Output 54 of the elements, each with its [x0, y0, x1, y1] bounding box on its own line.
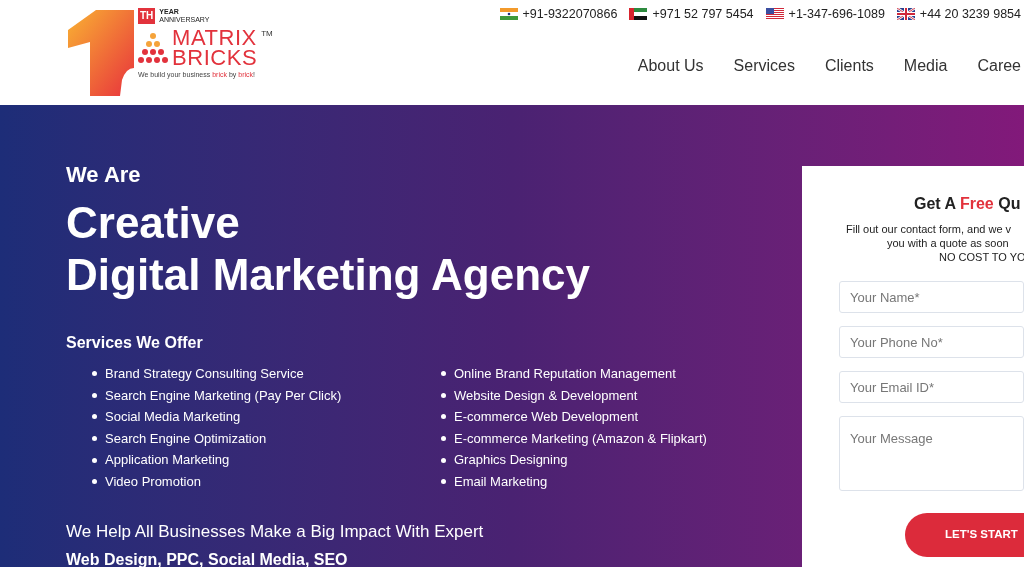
service-item: Video Promotion: [105, 473, 201, 491]
bullet-icon: [92, 392, 97, 398]
bullet-icon: [92, 414, 97, 420]
bullet-icon: [441, 392, 446, 398]
input-field[interactable]: Your Name*: [839, 281, 1024, 313]
service-item: Search Engine Marketing (Pay Per Click): [105, 386, 342, 405]
bullet-icon: [441, 414, 446, 420]
trademark-label: TM: [261, 28, 273, 40]
nav-link[interactable]: Services: [733, 53, 795, 78]
hero-headline: Creative: [66, 197, 241, 249]
service-item: Email Marketing: [454, 473, 548, 491]
hero-headline: Digital Marketing Agency: [66, 249, 592, 301]
brand-name: MATRIX: [172, 28, 258, 48]
form-description: you with a quote as soon: [886, 236, 1010, 250]
service-item: E-commerce Marketing (Amazon & Flipkart): [454, 429, 707, 448]
phone-link[interactable]: +44 20 3239 9854: [919, 5, 1021, 24]
flag-icon: [499, 8, 518, 21]
service-item: Online Brand Reputation Management: [454, 365, 676, 384]
bullet-icon: [92, 479, 97, 485]
hero-kicker: We Are: [66, 161, 142, 189]
nav-link[interactable]: Media: [903, 53, 948, 78]
bullet-icon: [92, 436, 97, 442]
service-item: Application Marketing: [105, 451, 230, 470]
service-item: Graphics Designing: [454, 451, 568, 470]
bullet-icon: [441, 436, 446, 442]
service-item: Brand Strategy Consulting Service: [105, 365, 304, 384]
input-field[interactable]: Your Email ID*: [839, 371, 1024, 403]
submit-button[interactable]: LET'S START: [905, 513, 1024, 557]
service-item: Website Design & Development: [454, 386, 638, 405]
phone-link[interactable]: +1-347-696-1089: [788, 5, 885, 24]
form-title: Get A Free Qu: [913, 194, 1022, 214]
services-heading: Services We Offer: [66, 333, 204, 353]
phone-link[interactable]: +971 52 797 5454: [652, 5, 754, 24]
phone-link[interactable]: +91-9322070866: [522, 5, 618, 24]
form-description: Fill out our contact form, and we v: [845, 222, 1013, 236]
bullet-icon: [92, 457, 97, 463]
hero-tagline: We Help All Businesses Make a Big Impact With Expert: [66, 520, 485, 543]
bullet-icon: [441, 479, 446, 485]
flag-icon: [765, 8, 784, 21]
service-item: E-commerce Web Development: [454, 408, 638, 427]
bullet-icon: [441, 457, 446, 463]
anniversary-badge: TH: [138, 8, 156, 24]
service-item: Search Engine Optimization: [105, 429, 267, 448]
nav-link[interactable]: About Us: [637, 53, 704, 78]
brand-name: BRICKS: [172, 48, 258, 68]
nav-link[interactable]: Clients: [824, 53, 874, 78]
bullet-icon: [92, 371, 97, 377]
message-field[interactable]: Your Message: [839, 416, 1024, 491]
service-item: Social Media Marketing: [105, 408, 241, 427]
flag-icon: [629, 8, 648, 21]
bullet-icon: [441, 371, 446, 377]
nav-link[interactable]: Caree: [977, 53, 1021, 78]
flag-icon: [896, 8, 915, 21]
input-field[interactable]: Your Phone No*: [839, 326, 1024, 358]
